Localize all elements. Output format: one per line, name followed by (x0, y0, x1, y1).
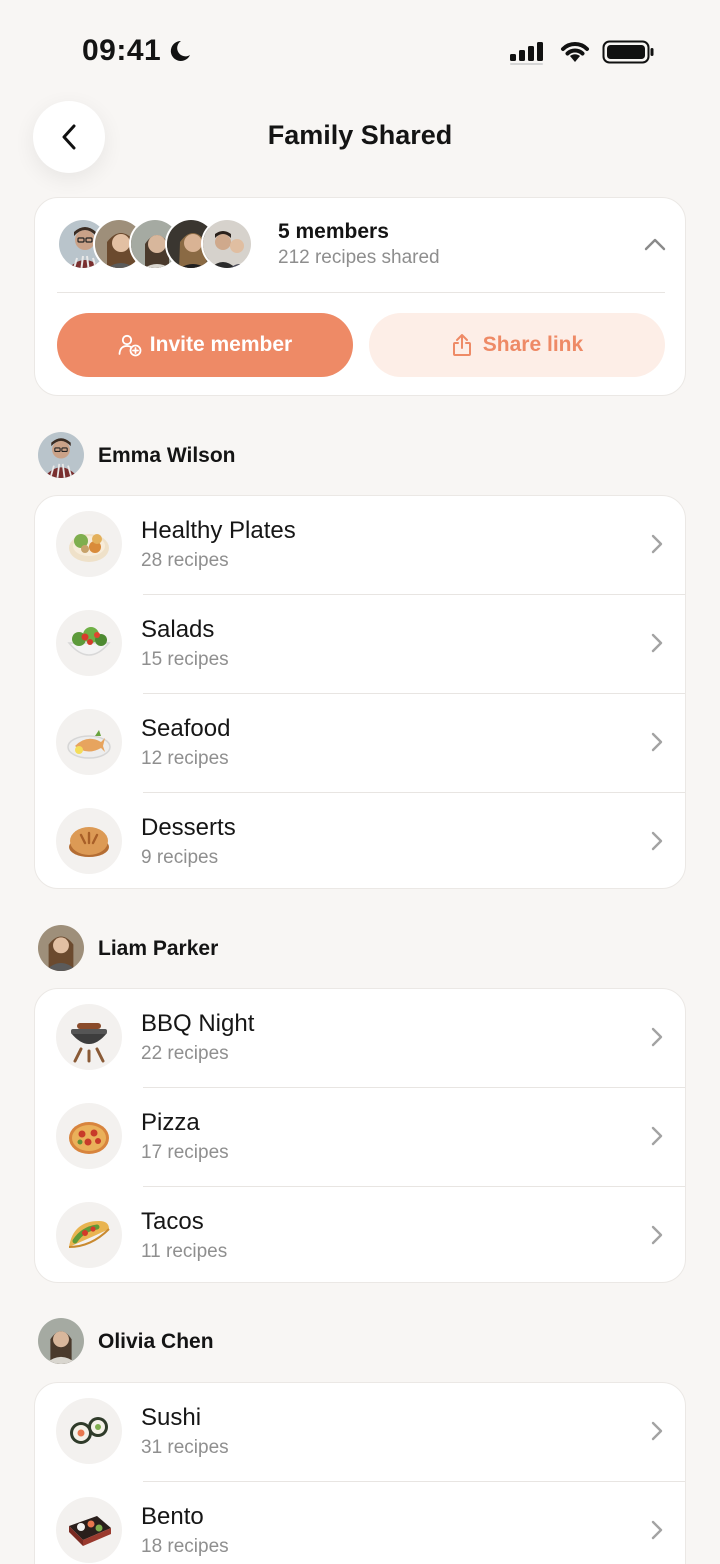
category-row-sushi[interactable]: Sushi 31 recipes (35, 1383, 685, 1482)
chevron-right-icon (651, 633, 663, 653)
avatar (38, 1318, 84, 1364)
avatar (38, 925, 84, 971)
chevron-right-icon (651, 1520, 663, 1540)
category-row-seafood[interactable]: Seafood 12 recipes (35, 694, 685, 793)
invite-member-button[interactable]: Invite member (57, 313, 353, 377)
fish-plate-icon (56, 709, 122, 775)
category-recipe-count: 28 recipes (141, 550, 229, 571)
divider (57, 292, 665, 293)
battery-icon (602, 40, 654, 64)
collapse-button[interactable] (639, 232, 671, 256)
members-card: 5 members 212 recipes shared Invite memb… (34, 197, 686, 396)
add-user-icon (118, 334, 142, 357)
category-row-salads[interactable]: Salads 15 recipes (35, 595, 685, 694)
member-header-olivia-chen: Olivia Chen (38, 1318, 678, 1366)
category-recipe-count: 12 recipes (141, 748, 229, 769)
member-name: Olivia Chen (98, 1330, 214, 1353)
category-title: Tacos (141, 1208, 204, 1235)
share-link-button[interactable]: Share link (369, 313, 665, 377)
status-bar: 09:41 (0, 0, 720, 100)
member-header-liam-parker: Liam Parker (38, 925, 678, 973)
chevron-right-icon (651, 534, 663, 554)
pizza-icon (56, 1103, 122, 1169)
cellular-signal-icon (510, 42, 543, 65)
page-title: Family Shared (267, 120, 453, 150)
chevron-right-icon (651, 831, 663, 851)
member-name: Emma Wilson (98, 444, 236, 467)
avatar (201, 218, 253, 270)
members-count: 5 members (278, 220, 389, 243)
member-name: Liam Parker (98, 937, 219, 960)
category-row-healthy-plates[interactable]: Healthy Plates 28 recipes (35, 496, 685, 595)
category-row-desserts[interactable]: Desserts 9 recipes (35, 793, 685, 888)
category-title: Pizza (141, 1109, 200, 1136)
healthy-plate-icon (56, 511, 122, 577)
category-row-bento[interactable]: Bento 18 recipes (35, 1482, 685, 1564)
recipes-shared-count: 212 recipes shared (278, 247, 440, 268)
category-list: Healthy Plates 28 recipes Salads 15 reci… (34, 495, 686, 889)
category-recipe-count: 15 recipes (141, 649, 229, 670)
category-recipe-count: 22 recipes (141, 1043, 229, 1064)
category-row-tacos[interactable]: Tacos 11 recipes (35, 1187, 685, 1282)
chevron-right-icon (651, 732, 663, 752)
category-title: Seafood (141, 715, 231, 742)
wifi-icon (561, 42, 589, 62)
member-avatar-stack (57, 218, 257, 270)
category-title: Salads (141, 616, 215, 643)
chevron-right-icon (651, 1421, 663, 1441)
category-title: Sushi (141, 1404, 202, 1431)
taco-icon (56, 1202, 122, 1268)
avatar (38, 432, 84, 478)
category-recipe-count: 11 recipes (141, 1241, 228, 1262)
status-time: 09:41 (82, 34, 162, 67)
chevron-right-icon (651, 1225, 663, 1245)
pie-icon (56, 808, 122, 874)
share-icon (452, 334, 471, 356)
share-link-label: Share link (482, 333, 584, 356)
moon-icon (170, 40, 190, 61)
category-row-pizza[interactable]: Pizza 17 recipes (35, 1088, 685, 1187)
chevron-right-icon (651, 1027, 663, 1047)
category-list: Sushi 31 recipes Bento 18 recipes (34, 1382, 686, 1564)
category-title: BBQ Night (141, 1010, 255, 1037)
chevron-right-icon (651, 1126, 663, 1146)
category-title: Healthy Plates (141, 517, 296, 544)
sushi-icon (56, 1398, 122, 1464)
invite-member-label: Invite member (149, 333, 293, 356)
category-recipe-count: 31 recipes (141, 1437, 229, 1458)
bento-box-icon (56, 1497, 122, 1563)
category-recipe-count: 18 recipes (141, 1536, 229, 1557)
category-row-bbq-night[interactable]: BBQ Night 22 recipes (35, 989, 685, 1088)
member-header-emma-wilson: Emma Wilson (38, 432, 678, 480)
grill-icon (56, 1004, 122, 1070)
salad-icon (56, 610, 122, 676)
category-title: Bento (141, 1503, 204, 1530)
category-title: Desserts (141, 814, 236, 841)
category-recipe-count: 9 recipes (141, 847, 219, 868)
category-list: BBQ Night 22 recipes Pizza 17 recipes Ta… (34, 988, 686, 1283)
chevron-up-icon (644, 238, 666, 251)
category-recipe-count: 17 recipes (141, 1142, 229, 1163)
